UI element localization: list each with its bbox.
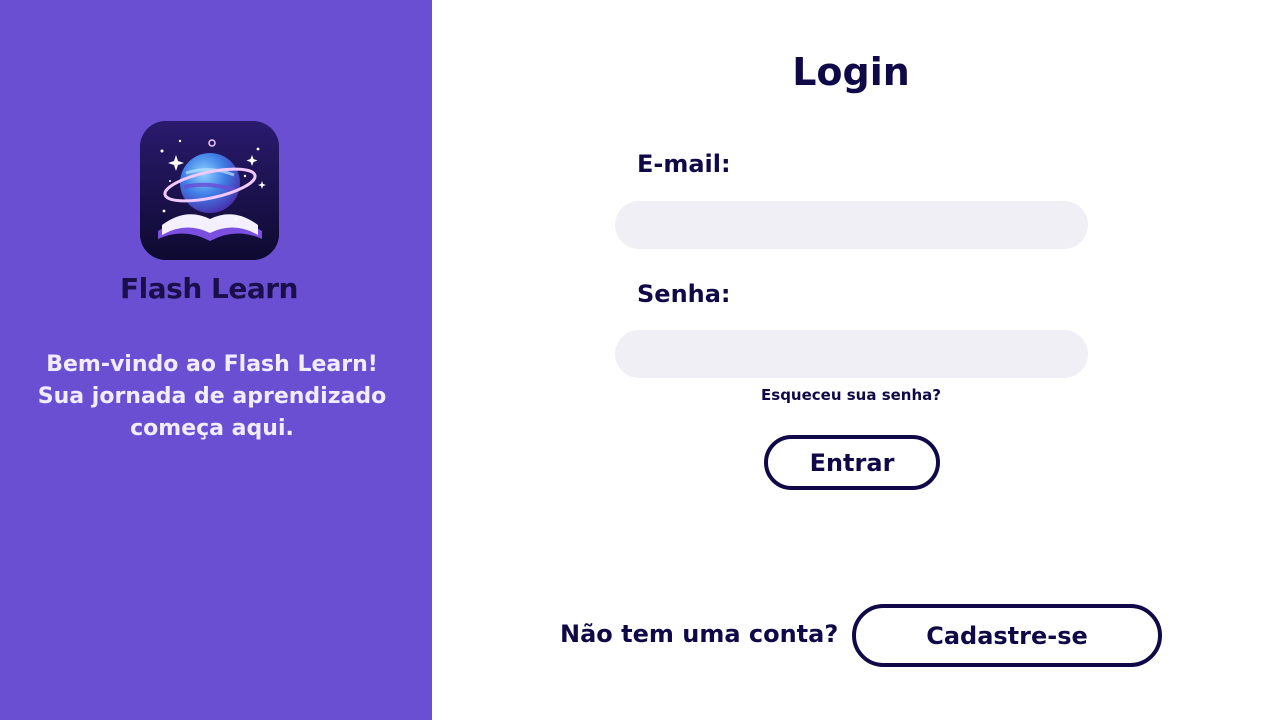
- welcome-line: começa aqui.: [130, 416, 294, 441]
- planet-book-icon: [140, 121, 279, 260]
- password-label: Senha:: [637, 280, 731, 308]
- forgot-password-link[interactable]: Esqueceu sua senha?: [432, 386, 1270, 404]
- signup-button[interactable]: Cadastre-se: [852, 604, 1162, 667]
- signup-prompt: Não tem uma conta?: [560, 620, 839, 648]
- brand-name: Flash Learn: [120, 272, 298, 305]
- welcome-message: Bem-vindo ao Flash Learn! Sua jornada de…: [20, 349, 404, 445]
- branding-panel: Flash Learn Bem-vindo ao Flash Learn! Su…: [0, 0, 432, 720]
- page-title: Login: [792, 50, 910, 94]
- welcome-line: Sua jornada de aprendizado: [37, 384, 387, 409]
- welcome-line: Bem-vindo ao Flash Learn!: [46, 352, 378, 377]
- login-panel: Login E-mail: Senha: Esqueceu sua senha?…: [432, 0, 1280, 720]
- email-label: E-mail:: [637, 150, 731, 178]
- email-field[interactable]: [615, 201, 1088, 249]
- password-field[interactable]: [615, 330, 1088, 378]
- login-button[interactable]: Entrar: [764, 435, 940, 490]
